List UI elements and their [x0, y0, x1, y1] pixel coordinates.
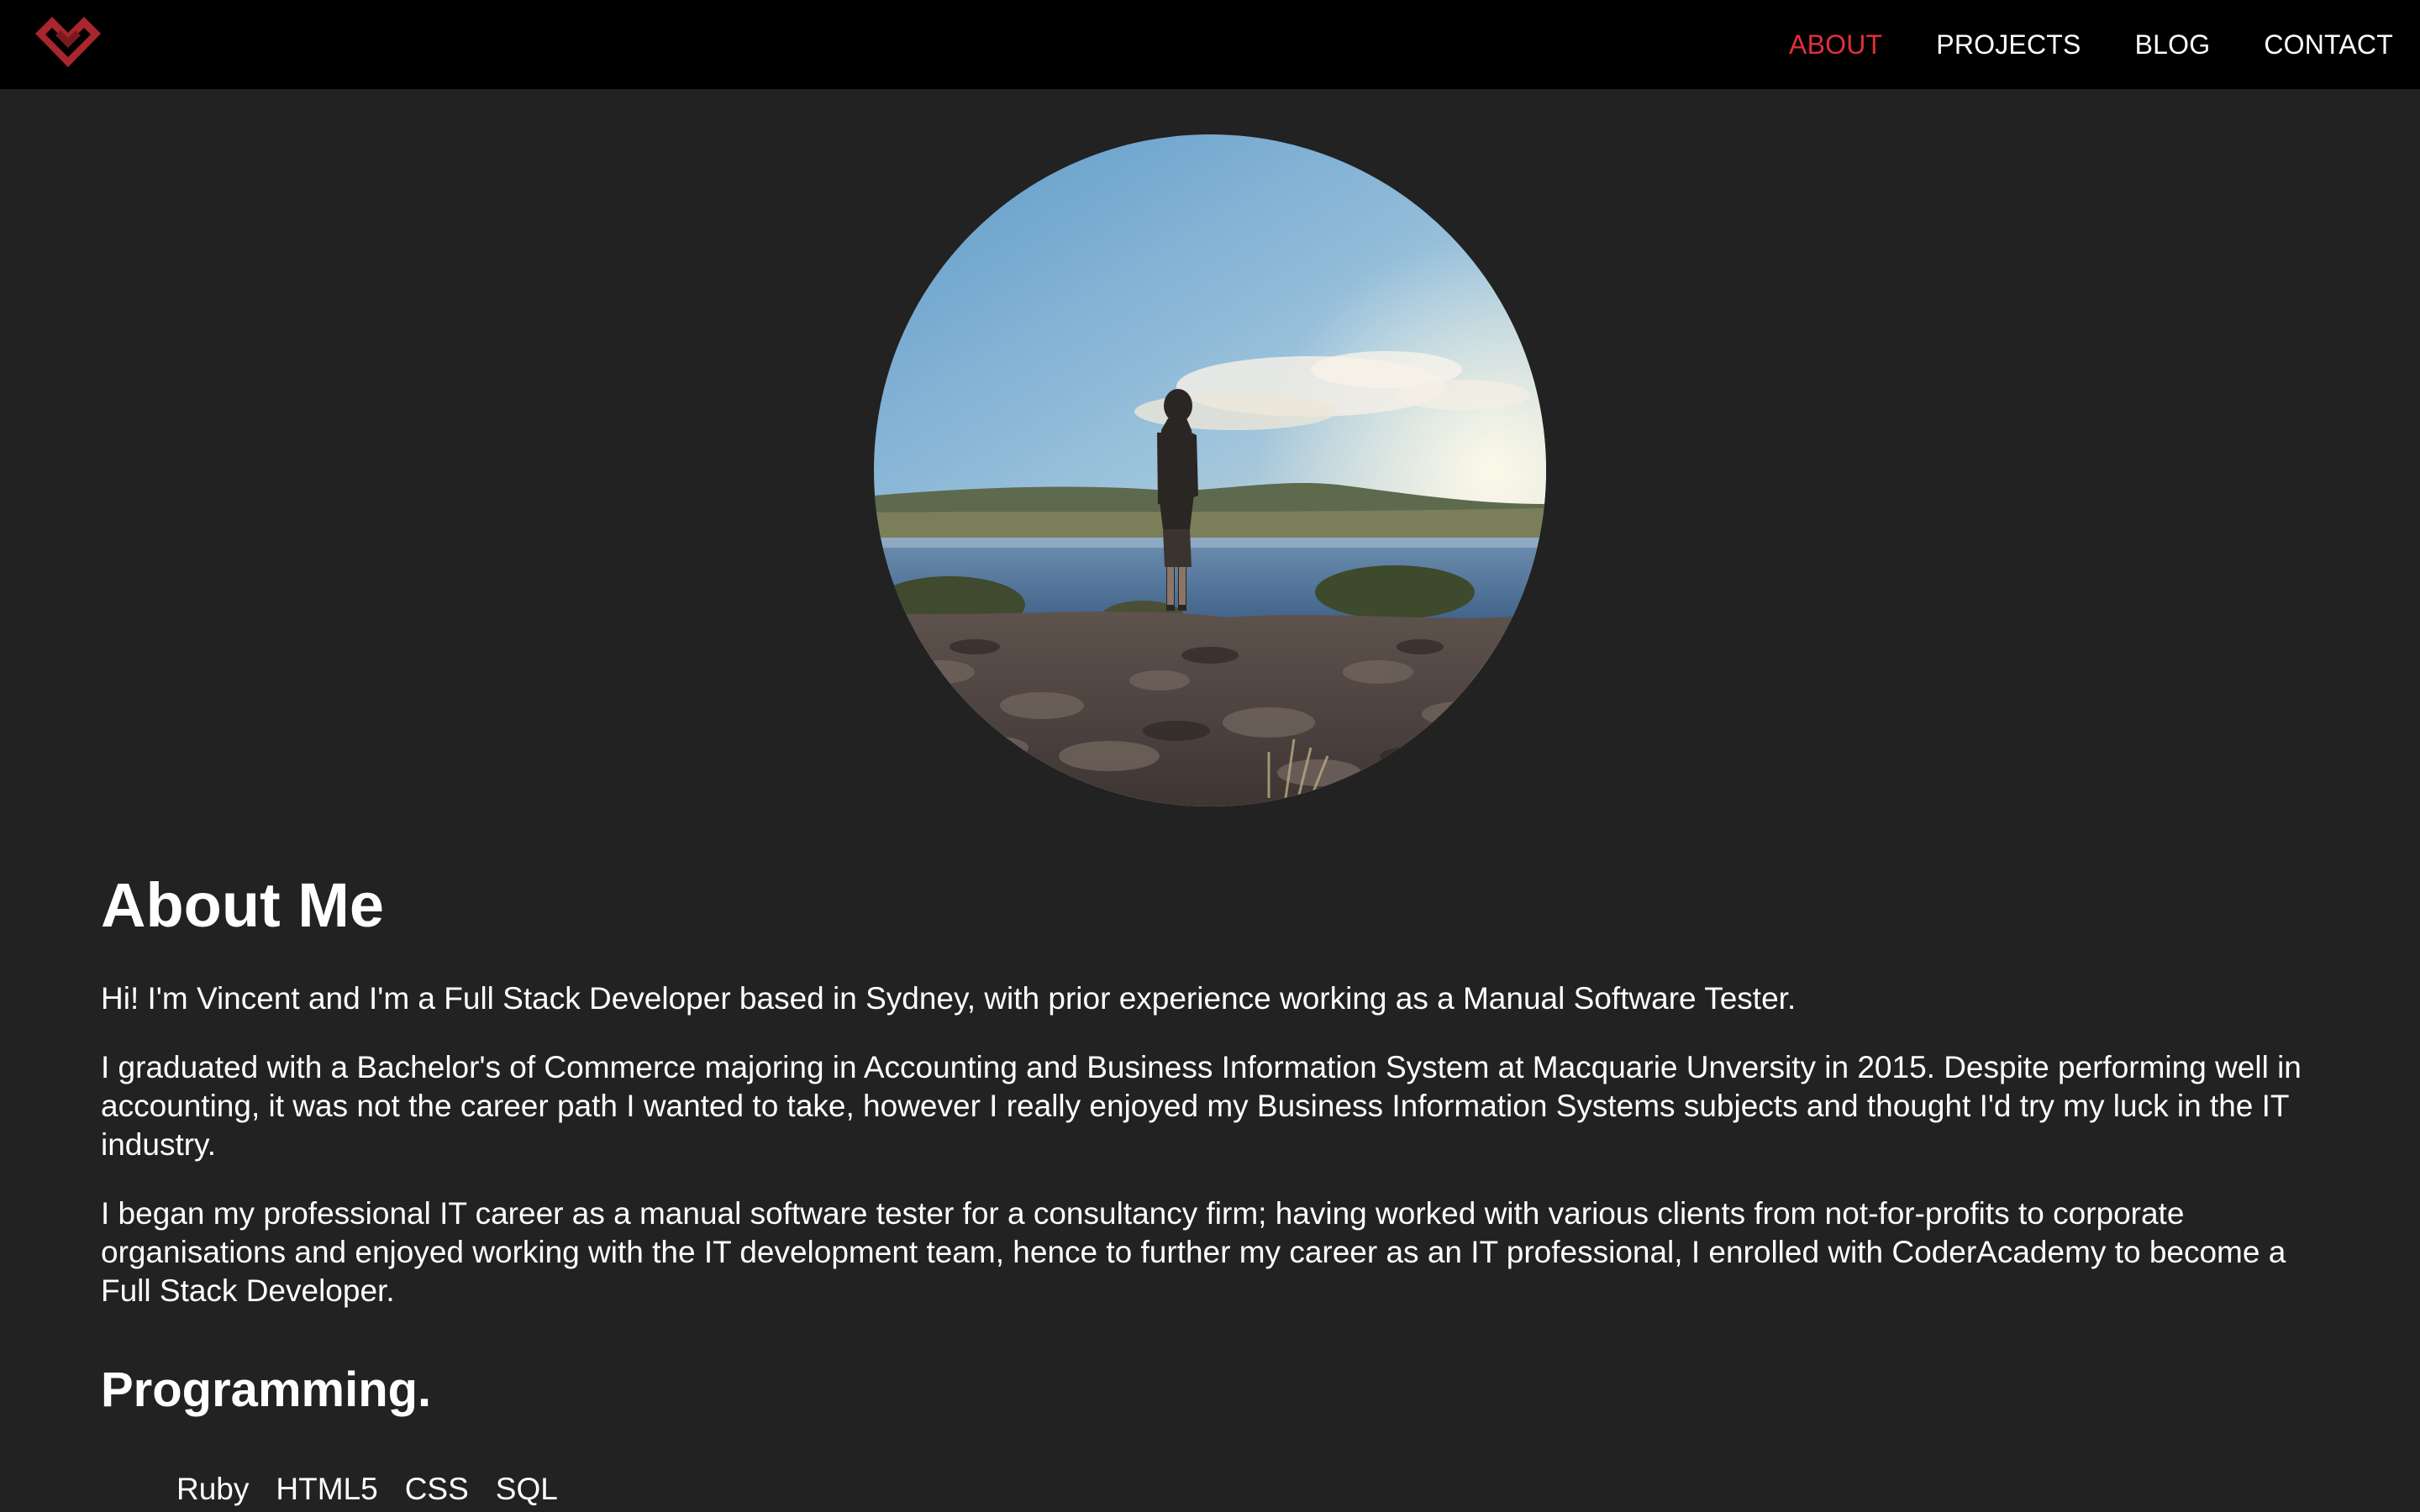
- profile-photo: [874, 134, 1546, 806]
- main-nav: ABOUT PROJECTS BLOG CONTACT: [1789, 0, 2393, 89]
- about-paragraph-education: I graduated with a Bachelor's of Commerc…: [101, 1050, 2302, 1162]
- skill-item-sql: SQL: [495, 1472, 558, 1506]
- nav-about-link[interactable]: ABOUT: [1789, 29, 1882, 60]
- top-navbar: ABOUT PROJECTS BLOG CONTACT: [0, 0, 2420, 89]
- skill-item-html5: HTML5: [276, 1472, 378, 1506]
- about-title: About Me: [101, 870, 385, 940]
- skills-list: Ruby HTML5 CSS SQL: [101, 1470, 2328, 1509]
- about-paragraph-intro: Hi! I'm Vincent and I'm a Full Stack Dev…: [101, 981, 1797, 1016]
- about-section: About Me Hi! I'm Vincent and I'm a Full …: [101, 865, 2328, 1509]
- nav-projects-link[interactable]: PROJECTS: [1936, 29, 2081, 60]
- v-chevron-logo-icon[interactable]: [32, 12, 104, 72]
- nav-blog-link[interactable]: BLOG: [2135, 29, 2211, 60]
- skill-item-ruby: Ruby: [176, 1472, 250, 1506]
- nav-contact-link[interactable]: CONTACT: [2264, 29, 2393, 60]
- skill-item-css: CSS: [404, 1472, 469, 1506]
- programming-title: Programming.: [101, 1362, 432, 1417]
- about-paragraph-career: I began my professional IT career as a m…: [101, 1196, 2286, 1308]
